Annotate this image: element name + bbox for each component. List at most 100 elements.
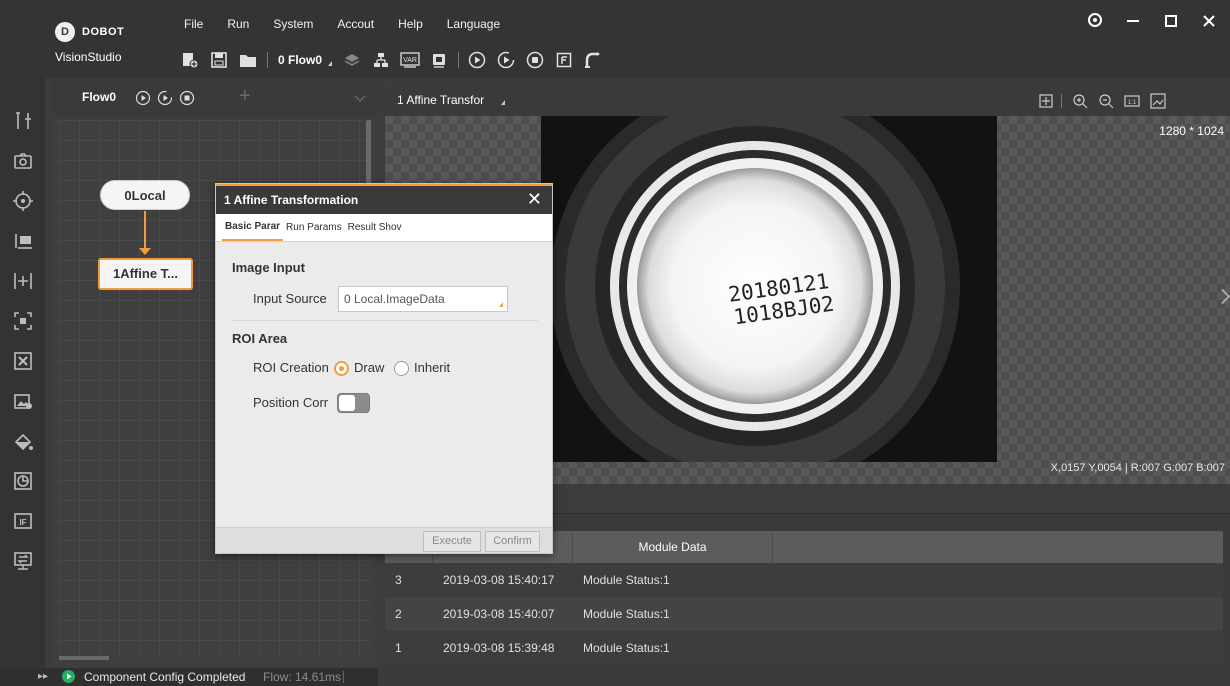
run-continuous-icon[interactable] — [492, 48, 520, 72]
actual-size-icon[interactable]: 1:1 — [1123, 92, 1141, 110]
image-processing-icon[interactable] — [10, 348, 36, 374]
save-image-icon[interactable] — [1149, 92, 1167, 110]
maximize-icon[interactable] — [1160, 12, 1182, 34]
dropdown-corner-icon — [499, 302, 503, 307]
flow-run-continuous-icon[interactable] — [157, 90, 173, 106]
toolbar: 0 Flow0 VAR — [176, 46, 608, 74]
row-id: 2 — [395, 607, 402, 621]
add-flow-icon[interactable]: + — [239, 85, 251, 108]
tab-basic-params[interactable]: Basic Parar — [222, 214, 284, 241]
toolbar-divider — [458, 52, 460, 68]
device-icon[interactable] — [425, 48, 453, 72]
image-size: 1280 * 1024 — [1159, 124, 1224, 138]
roi-draw-label[interactable]: Draw — [354, 360, 384, 375]
col-extra-header — [773, 531, 1223, 563]
stop-icon[interactable] — [521, 48, 549, 72]
image-view-title[interactable]: 1 Affine Transfor — [397, 93, 484, 107]
close-icon[interactable] — [1198, 12, 1220, 34]
menu-account[interactable]: Accout — [325, 12, 386, 36]
locate-icon[interactable] — [10, 188, 36, 214]
tab-run-params[interactable]: Run Params — [283, 214, 345, 241]
input-source-value: 0 Local.ImageData — [344, 292, 445, 306]
row-data: Module Status:1 — [583, 573, 670, 587]
hierarchy-icon[interactable] — [367, 48, 395, 72]
robot-arm-icon[interactable] — [579, 48, 607, 72]
confirm-button[interactable]: Confirm — [485, 531, 540, 552]
execute-button[interactable]: Execute — [423, 531, 481, 552]
flow-run-once-icon[interactable] — [135, 90, 151, 106]
position-correction-toggle[interactable] — [337, 393, 370, 413]
zoom-out-icon[interactable] — [1097, 92, 1115, 110]
status-bar: ▸▸ Component Config Completed Flow: 14.6… — [0, 668, 378, 686]
svg-text:1:1: 1:1 — [1128, 100, 1137, 106]
menu-run[interactable]: Run — [215, 12, 261, 36]
flow-horizontal-scrollbar[interactable] — [59, 656, 109, 660]
affine-transformation-dialog: 1 Affine Transformation ✕ Basic Parar Ru… — [215, 183, 553, 554]
window-controls — [1084, 12, 1220, 34]
tools-icon[interactable] — [10, 108, 36, 134]
flow-node-affine[interactable]: 1Affine T... — [98, 258, 193, 290]
menu-bar: File Run System Accout Help Language — [172, 12, 512, 36]
dialog-header[interactable]: 1 Affine Transformation ✕ — [216, 184, 552, 214]
image-analysis-icon[interactable] — [10, 388, 36, 414]
calibration-icon[interactable] — [10, 268, 36, 294]
save-icon[interactable] — [205, 48, 233, 72]
app-name: VisionStudio — [55, 50, 122, 64]
logic-if-icon[interactable]: IF — [10, 508, 36, 534]
flow-stop-icon[interactable] — [179, 90, 195, 106]
roi-creation-label: ROI Creation — [253, 360, 329, 375]
roi-inherit-radio[interactable] — [394, 361, 409, 376]
defect-detection-icon[interactable] — [10, 468, 36, 494]
connector-arrow-icon — [139, 248, 151, 255]
camera-icon[interactable] — [10, 148, 36, 174]
flow-selector[interactable]: 0 Flow0 — [272, 53, 338, 67]
zoom-in-icon[interactable] — [1071, 92, 1089, 110]
menu-system[interactable]: System — [261, 12, 325, 36]
brand-name: DOBOT — [82, 26, 125, 38]
image-view-header: 1 Affine Transfor 1:1 — [385, 86, 1230, 116]
chevron-down-icon[interactable] — [354, 90, 366, 102]
run-once-icon[interactable] — [463, 48, 491, 72]
dialog-title: 1 Affine Transformation — [224, 193, 359, 207]
expand-arrows-icon[interactable]: ▸▸ — [38, 671, 48, 682]
roi-inherit-label[interactable]: Inherit — [414, 360, 450, 375]
menu-help[interactable]: Help — [386, 12, 435, 36]
close-icon[interactable]: ✕ — [527, 189, 542, 210]
tab-result-show[interactable]: Result Shov — [345, 214, 405, 241]
chevron-right-icon[interactable] — [1214, 288, 1230, 305]
col-module-data-header: Module Data — [573, 531, 773, 563]
fit-view-icon[interactable] — [1037, 92, 1055, 110]
settings-power-icon[interactable] — [1084, 12, 1106, 34]
input-source-select[interactable]: 0 Local.ImageData — [338, 286, 508, 312]
row-data: Module Status:1 — [583, 607, 670, 621]
row-extra — [773, 563, 1223, 597]
color-process-icon[interactable] — [10, 428, 36, 454]
form-icon[interactable] — [550, 48, 578, 72]
pixel-info: X,0157 Y,0054 | R:007 G:007 B:007 — [1050, 462, 1225, 474]
roi-area-section: ROI Area — [232, 331, 288, 346]
table-row[interactable]: 1 2019-03-08 15:39:48 Module Status:1 — [385, 631, 1223, 665]
flow-node-local[interactable]: 0Local — [100, 180, 190, 210]
flow-time: Flow: 14.61ms — [263, 670, 342, 684]
vision-studio-window: D DOBOT VisionStudio File Run System Acc… — [0, 0, 1230, 686]
layers-icon[interactable] — [338, 48, 366, 72]
recognition-icon[interactable] — [10, 308, 36, 334]
dialog-body: Image Input Input Source 0 Local.ImageDa… — [216, 242, 552, 527]
module-toolbox: IF — [0, 78, 45, 686]
communication-icon[interactable] — [10, 548, 36, 574]
app-logo: D DOBOT VisionStudio — [55, 22, 145, 64]
minimize-icon[interactable] — [1122, 12, 1144, 34]
flow-name: Flow0 — [82, 90, 117, 104]
measure-icon[interactable] — [10, 228, 36, 254]
variable-icon[interactable]: VAR — [396, 48, 424, 72]
table-row[interactable]: 2 2019-03-08 15:40:07 Module Status:1 — [385, 597, 1223, 631]
section-divider — [232, 320, 538, 321]
new-solution-icon[interactable] — [176, 48, 204, 72]
table-row[interactable]: 3 2019-03-08 15:40:17 Module Status:1 — [385, 563, 1223, 597]
menu-language[interactable]: Language — [435, 12, 512, 36]
menu-file[interactable]: File — [172, 12, 215, 36]
view-divider — [1061, 94, 1062, 108]
open-folder-icon[interactable] — [234, 48, 262, 72]
roi-draw-radio[interactable] — [334, 361, 349, 376]
row-extra — [773, 597, 1223, 631]
